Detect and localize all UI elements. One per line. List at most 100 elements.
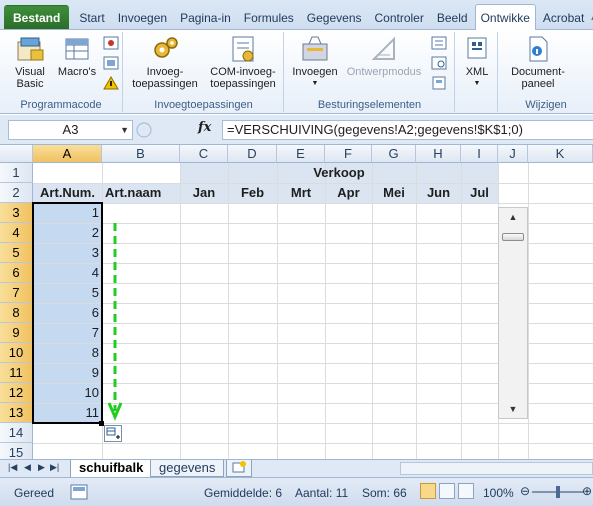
scrollbar-thumb[interactable] bbox=[502, 233, 524, 241]
tab-controleren[interactable]: Controler bbox=[369, 5, 430, 29]
view-code-icon[interactable] bbox=[431, 56, 447, 70]
tab-ontwikkelaars[interactable]: Ontwikke bbox=[474, 4, 536, 30]
tab-formules[interactable]: Formules bbox=[238, 5, 300, 29]
name-box-dropdown-icon[interactable]: ▼ bbox=[120, 121, 129, 139]
macro-record-status-icon[interactable] bbox=[70, 484, 88, 500]
zoom-in-icon[interactable]: ⊕ bbox=[582, 484, 592, 498]
row-header-2[interactable]: 2 bbox=[0, 183, 33, 203]
tab-bestand[interactable]: Bestand bbox=[4, 5, 70, 29]
insert-control-button[interactable]: Invoegen ▼ bbox=[287, 34, 343, 90]
row-header-14[interactable]: 14 bbox=[0, 423, 33, 443]
normal-view-button[interactable] bbox=[420, 483, 436, 499]
first-sheet-arrow-icon[interactable]: |◀ bbox=[8, 462, 17, 473]
row-header-1[interactable]: 1 bbox=[0, 163, 33, 183]
header-jul[interactable]: Jul bbox=[461, 183, 498, 203]
sheet-tab-gegevens[interactable]: gegevens bbox=[150, 460, 225, 477]
page-layout-view-button[interactable] bbox=[439, 483, 455, 499]
formula-bar-expand-handle-icon[interactable] bbox=[134, 120, 192, 140]
prev-sheet-arrow-icon[interactable]: ◀ bbox=[24, 462, 31, 473]
group-label-besturingselementen: Besturingselementen bbox=[317, 99, 422, 111]
header-apr[interactable]: Apr bbox=[325, 183, 372, 203]
last-sheet-arrow-icon[interactable]: ▶| bbox=[50, 462, 59, 473]
macros-button[interactable]: Macro's bbox=[55, 34, 99, 78]
column-header-j[interactable]: J bbox=[498, 145, 528, 163]
spreadsheet-grid[interactable]: A B C D E F G H I J K 1 2 3 4 5 6 7 8 9 … bbox=[0, 145, 593, 459]
column-header-c[interactable]: C bbox=[180, 145, 228, 163]
form-scrollbar-control[interactable]: ▲ ▼ bbox=[498, 207, 528, 419]
autofill-options-button[interactable] bbox=[104, 425, 122, 442]
column-header-h[interactable]: H bbox=[416, 145, 461, 163]
zoom-out-icon[interactable]: ⊖ bbox=[520, 484, 530, 498]
insert-sheet-button[interactable] bbox=[226, 460, 252, 477]
header-mei[interactable]: Mei bbox=[372, 183, 416, 203]
header-feb[interactable]: Feb bbox=[228, 183, 277, 203]
column-header-b[interactable]: B bbox=[102, 145, 180, 163]
column-header-g[interactable]: G bbox=[372, 145, 416, 163]
cell-verkoop-title[interactable]: Verkoop bbox=[180, 163, 498, 183]
com-addins-label-line2: toepassingen bbox=[210, 78, 276, 90]
header-art-num[interactable]: Art.Num. bbox=[33, 183, 102, 203]
xml-label: XML bbox=[465, 66, 489, 78]
gridline bbox=[33, 443, 593, 444]
document-panel-button[interactable]: Document- paneel bbox=[505, 34, 571, 90]
group-xml: XML ▼ bbox=[456, 32, 498, 112]
insert-control-label: Invoegen bbox=[292, 66, 338, 78]
com-addins-button[interactable]: COM-invoeg- toepassingen bbox=[206, 34, 280, 90]
autofill-options-icon bbox=[106, 427, 120, 439]
column-header-a[interactable]: A bbox=[33, 145, 102, 163]
tab-acrobat[interactable]: Acrobat bbox=[537, 5, 590, 29]
row-header-13[interactable]: 13 bbox=[0, 403, 33, 423]
document-panel-label-line2: paneel bbox=[521, 78, 555, 90]
visual-basic-button[interactable]: Visual Basic bbox=[8, 34, 52, 90]
tab-start[interactable]: Start bbox=[73, 5, 110, 29]
tab-gegevens[interactable]: Gegevens bbox=[301, 5, 368, 29]
row-header-11[interactable]: 11 bbox=[0, 363, 33, 383]
properties-icon[interactable] bbox=[431, 36, 447, 50]
column-header-k[interactable]: K bbox=[528, 145, 593, 163]
scrollbar-down-arrow-icon[interactable]: ▼ bbox=[499, 404, 527, 414]
row-header-10[interactable]: 10 bbox=[0, 343, 33, 363]
header-art-naam[interactable]: Art.naam bbox=[102, 183, 180, 203]
page-break-view-button[interactable] bbox=[458, 483, 474, 499]
column-header-i[interactable]: I bbox=[461, 145, 498, 163]
tab-pagina-indeling[interactable]: Pagina-in bbox=[174, 5, 237, 29]
addins-button[interactable]: Invoeg- toepassingen bbox=[130, 34, 200, 90]
gridline bbox=[277, 163, 278, 459]
tab-beeld[interactable]: Beeld bbox=[431, 5, 474, 29]
tab-invoegen[interactable]: Invoegen bbox=[112, 5, 173, 29]
row-header-5[interactable]: 5 bbox=[0, 243, 33, 263]
run-dialog-icon[interactable] bbox=[431, 76, 447, 90]
sheet-tab-bar: |◀ ◀ ▶ ▶| schuifbalk gegevens bbox=[0, 459, 593, 478]
select-all-corner[interactable] bbox=[0, 145, 33, 163]
xml-button[interactable]: XML ▼ bbox=[458, 34, 496, 90]
insert-function-button[interactable]: fx bbox=[198, 120, 211, 135]
row-header-15[interactable]: 15 bbox=[0, 443, 33, 459]
row-header-4[interactable]: 4 bbox=[0, 223, 33, 243]
zoom-slider-thumb[interactable] bbox=[556, 486, 560, 498]
record-macro-icon[interactable] bbox=[103, 36, 119, 50]
sheet-tab-schuifbalk[interactable]: schuifbalk bbox=[70, 460, 153, 478]
row-header-9[interactable]: 9 bbox=[0, 323, 33, 343]
column-header-e[interactable]: E bbox=[277, 145, 325, 163]
formula-input[interactable]: =VERSCHUIVING(gegevens!A2;gegevens!$K$1;… bbox=[222, 120, 593, 140]
row-header-3[interactable]: 3 bbox=[0, 203, 33, 223]
horizontal-scrollbar[interactable] bbox=[400, 462, 593, 475]
next-sheet-arrow-icon[interactable]: ▶ bbox=[38, 462, 45, 473]
design-mode-button[interactable]: Ontwerpmodus bbox=[343, 34, 425, 78]
relative-reference-icon[interactable] bbox=[103, 56, 119, 70]
row-header-6[interactable]: 6 bbox=[0, 263, 33, 283]
column-header-f[interactable]: F bbox=[325, 145, 372, 163]
row-header-7[interactable]: 7 bbox=[0, 283, 33, 303]
scrollbar-up-arrow-icon[interactable]: ▲ bbox=[499, 212, 527, 222]
macro-security-icon[interactable] bbox=[103, 76, 119, 90]
group-besturingselementen: Invoegen ▼ Ontwerpmodus Besturingselemen… bbox=[285, 32, 455, 112]
column-header-d[interactable]: D bbox=[228, 145, 277, 163]
header-jan[interactable]: Jan bbox=[180, 183, 228, 203]
name-box[interactable]: A3 ▼ bbox=[8, 120, 133, 140]
header-jun[interactable]: Jun bbox=[416, 183, 461, 203]
row-header-12[interactable]: 12 bbox=[0, 383, 33, 403]
row-header-8[interactable]: 8 bbox=[0, 303, 33, 323]
header-mrt[interactable]: Mrt bbox=[277, 183, 325, 203]
zoom-level[interactable]: 100% bbox=[483, 486, 514, 500]
green-dashed-arrow-icon bbox=[108, 223, 122, 421]
